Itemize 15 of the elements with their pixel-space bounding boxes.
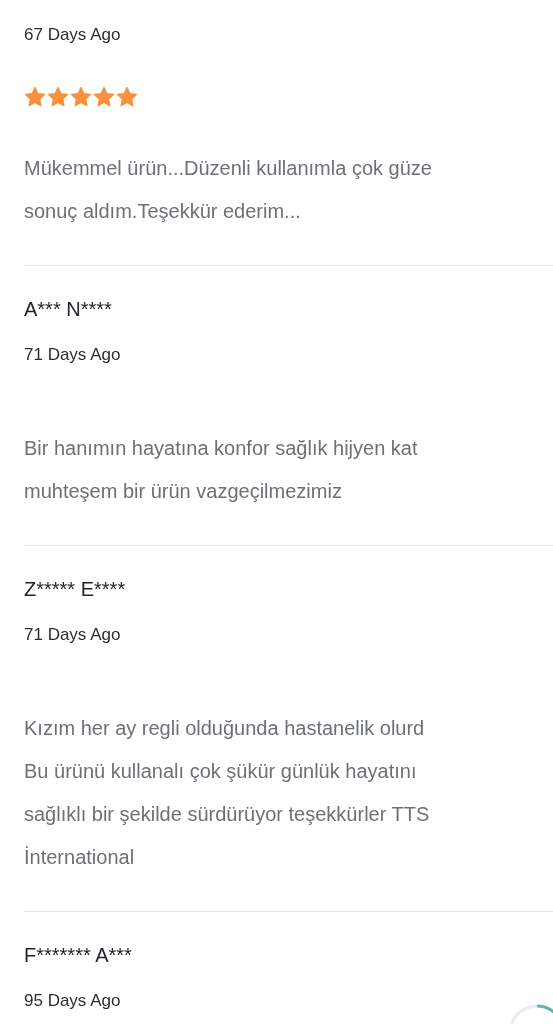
review-date: 71 Days Ago [24,344,122,366]
star-icon [47,86,69,108]
review-date: 67 Days Ago [24,24,122,46]
star-icon [70,86,92,108]
review-text: Bir hanımın hayatına konfor sağlık hijyen kat muhteşem bir ürün vazgeçilmezimiz [24,436,419,504]
review-date: 71 Days Ago [24,624,122,646]
star-icon [116,86,138,108]
star-icon [93,86,115,108]
reviewer-name: Z***** E**** [24,577,127,601]
review-date: 95 Days Ago [24,990,122,1012]
reviewer-name: A*** N**** [24,297,113,321]
review-text: Mükemmel ürün...Düzenli kullanımla çok güze sonuç aldım.Teşekkür ederim... [24,156,433,224]
reviewer-name: F******* A*** [24,943,133,967]
review-text: Kızım her ay regli olduğunda hastanelik olurd Bu ürünü kullanalı çok şükür günlük hayatını sağlıklı bir şekilde sürdürüyor teşekkürler TTS İnternational [24,716,431,870]
star-icon [24,86,46,108]
